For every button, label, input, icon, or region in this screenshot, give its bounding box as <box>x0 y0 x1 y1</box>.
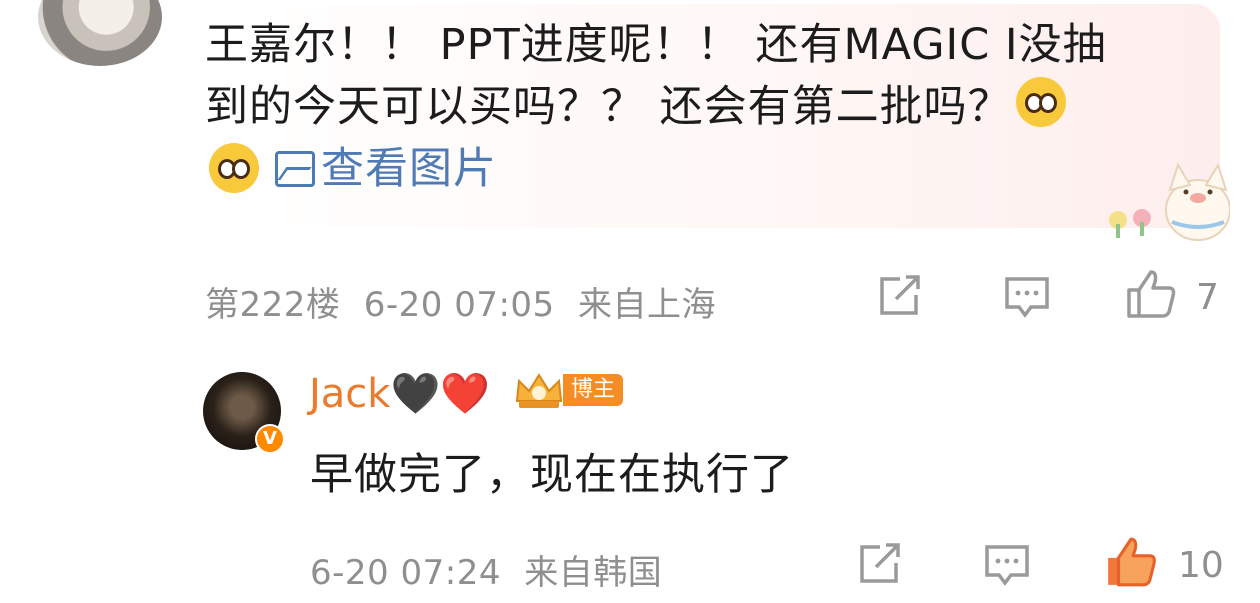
reply-time: 6-20 07:24 <box>310 553 501 593</box>
reply-username[interactable]: Jack <box>309 371 390 417</box>
blogger-badge: 博主 <box>513 371 623 411</box>
comment-location: 来自上海 <box>578 285 716 325</box>
heart-emojis: 🖤❤️ <box>390 371 491 417</box>
like-icon[interactable] <box>1125 268 1177 320</box>
crying-face-emoji <box>1015 77 1066 127</box>
image-icon <box>275 151 315 187</box>
comment-icon[interactable] <box>983 543 1031 587</box>
comment-time: 6-20 07:05 <box>363 285 555 325</box>
floor-number: 第222楼 <box>205 285 341 325</box>
reply-like-count: 10 <box>1178 545 1224 586</box>
comment-meta: 第222楼 6-20 07:05 来自上海 <box>205 277 716 326</box>
share-icon[interactable] <box>878 275 924 317</box>
like-count: 7 <box>1196 277 1219 318</box>
like-icon-active[interactable] <box>1104 535 1158 589</box>
reply-body: 早做完了，现在在执行了 <box>310 450 794 500</box>
comment-text-line2: 到的今天可以买吗？？ 还会有第二批吗？ <box>205 82 1012 132</box>
commenter-avatar[interactable] <box>38 0 162 66</box>
reply-meta: 6-20 07:24 来自韩国 <box>310 545 662 594</box>
reply-location: 来自韩国 <box>524 553 663 593</box>
crown-icon <box>515 373 563 408</box>
cat-sticker <box>1109 162 1230 241</box>
verified-badge: V <box>255 424 285 454</box>
comment-text-line1: 王嘉尔！！ PPT进度呢！！ 还有MAGIC I没抽 <box>205 20 1107 70</box>
view-image-link[interactable]: 查看图片 <box>275 138 497 200</box>
comment-body: 王嘉尔！！ PPT进度呢！！ 还有MAGIC I没抽 到的今天可以买吗？？ 还会… <box>205 14 1195 204</box>
crying-face-emoji <box>209 143 259 193</box>
reply-username-row: Jack🖤❤️ <box>309 370 490 417</box>
share-icon[interactable] <box>858 543 904 585</box>
comment-icon[interactable] <box>1003 275 1051 319</box>
